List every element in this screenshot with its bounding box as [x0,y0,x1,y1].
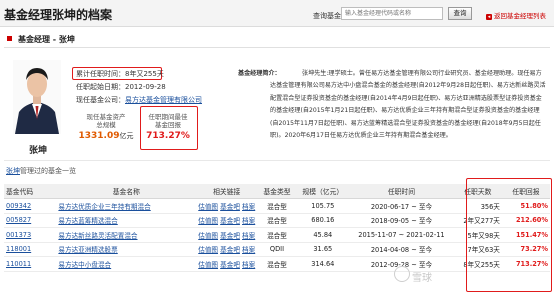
fund-name-link[interactable]: 易方达亚洲精选股票 [58,246,117,254]
col-header-code[interactable]: 基金代码 [4,184,57,199]
company-link[interactable]: 易方达基金管理有限公司 [125,96,202,104]
search-input[interactable] [341,7,443,20]
back-to-list-link[interactable]: ◂ 返回基金经理列表 [486,10,546,20]
fund-profile-link[interactable]: 档案 [242,261,255,269]
assets-label: 现任基金资产 总规模 [86,113,126,129]
page-header: 基金经理张坤的档案 查询基金： 查询 ◂返回基金经理列表 [0,0,554,27]
fund-forum-link[interactable]: 基金吧 [220,203,240,211]
col-header-type[interactable]: 基金类型 [257,184,297,199]
section-marker-icon [7,36,12,41]
fund-size: 680.16 [296,213,350,228]
start-date-value: 2012-09-28 [125,83,166,91]
valuation-chart-link[interactable]: 估值图 [198,232,218,240]
search-button[interactable]: 查询 [448,7,472,20]
fund-code-link[interactable]: 009342 [6,202,31,210]
watermark: 雪球 [412,273,432,284]
profile-section-header: 基金经理 - 张坤 [4,33,550,48]
fund-type: 混合型 [257,213,297,228]
profile-section-title: 基金经理 - 张坤 [18,35,75,44]
highlight-box [466,178,552,292]
fund-name-link[interactable]: 易方达中小盘混合 [58,261,111,269]
valuation-chart-link[interactable]: 估值图 [198,203,218,211]
start-date-row: 任职起始日期：2012-09-28 [76,82,166,92]
tenure-row: 累计任职时间：8年又255天 [76,69,164,79]
watermark-logo-icon [394,266,410,282]
col-header-links: 相关链接 [196,184,258,199]
fund-code-link[interactable]: 118001 [6,245,31,253]
back-link-label: 返回基金经理列表 [494,12,546,20]
fund-forum-link[interactable]: 基金吧 [220,232,240,240]
start-date-label: 任职起始日期： [76,83,125,91]
fund-size: 105.75 [296,198,350,214]
fund-name-link[interactable]: 易方达新丝路灵活配置混合 [58,232,137,240]
funds-section-title: 张坤管理过的基金一览 [6,167,76,175]
fund-profile-link[interactable]: 档案 [242,203,255,211]
company-label: 现任基金公司： [76,96,125,104]
manager-bio: 基金经理简介： 张坤先生:理学硕士。曾任易方达基金管理有限公司行业研究员、基金经理… [238,68,546,142]
fund-type: 混合型 [257,198,297,214]
fund-name-link[interactable]: 易方达蓝筹精选混合 [58,217,117,225]
page-title: 基金经理张坤的档案 [4,8,113,22]
fund-code-link[interactable]: 110011 [6,260,31,268]
bio-text: 张坤先生:理学硕士。曾任易方达基金管理有限公司行业研究员、基金经理助理。现任易方… [270,70,546,140]
manager-link[interactable]: 张坤 [6,167,20,175]
valuation-chart-link[interactable]: 估值图 [198,246,218,254]
fund-profile-link[interactable]: 档案 [242,232,255,240]
fund-code-link[interactable]: 005827 [6,216,31,224]
fund-forum-link[interactable]: 基金吧 [220,246,240,254]
company-row: 现任基金公司：易方达基金管理有限公司 [76,95,202,105]
tenure-period: 2015-11-07 ~ 2021-02-11 [349,227,454,243]
fund-size: 31.65 [296,242,350,257]
arrow-icon: ◂ [486,14,492,20]
fund-size: 45.84 [296,227,350,243]
manager-name: 张坤 [29,146,48,156]
best-return-value: 713.27% [146,131,190,141]
fund-size: 314.64 [296,256,350,272]
fund-name-link[interactable]: 易方达优质企业三年持有期混合 [58,203,150,211]
tenure-value: 8年又255天 [125,70,164,78]
tenure-label: 累计任职时间： [76,70,125,78]
bio-label: 基金经理简介： [238,70,281,77]
manager-photo [13,60,61,134]
tenure-period: 2020-06-17 ~ 至今 [349,198,454,214]
tenure-period: 2018-09-05 ~ 至今 [349,213,454,228]
fund-forum-link[interactable]: 基金吧 [220,217,240,225]
fund-type: QDII [257,242,297,257]
valuation-chart-link[interactable]: 估值图 [198,261,218,269]
col-header-name[interactable]: 基金名称 [56,184,197,199]
tenure-period: 2014-04-08 ~ 至今 [349,242,454,257]
valuation-chart-link[interactable]: 估值图 [198,217,218,225]
funds-section-header: 张坤管理过的基金一览 [4,165,550,177]
fund-code-link[interactable]: 001373 [6,231,31,239]
assets-value: 1331.09亿元 [78,131,134,141]
col-header-size[interactable]: 规模（亿元） [296,184,350,199]
fund-profile-link[interactable]: 档案 [242,217,255,225]
fund-type: 混合型 [257,227,297,243]
best-return-label: 任职期间最佳 基金回报 [148,113,188,129]
fund-forum-link[interactable]: 基金吧 [220,261,240,269]
fund-type: 混合型 [257,256,297,272]
col-header-period[interactable]: 任职时间 [349,184,454,199]
fund-profile-link[interactable]: 档案 [242,246,255,254]
divider [4,160,550,161]
